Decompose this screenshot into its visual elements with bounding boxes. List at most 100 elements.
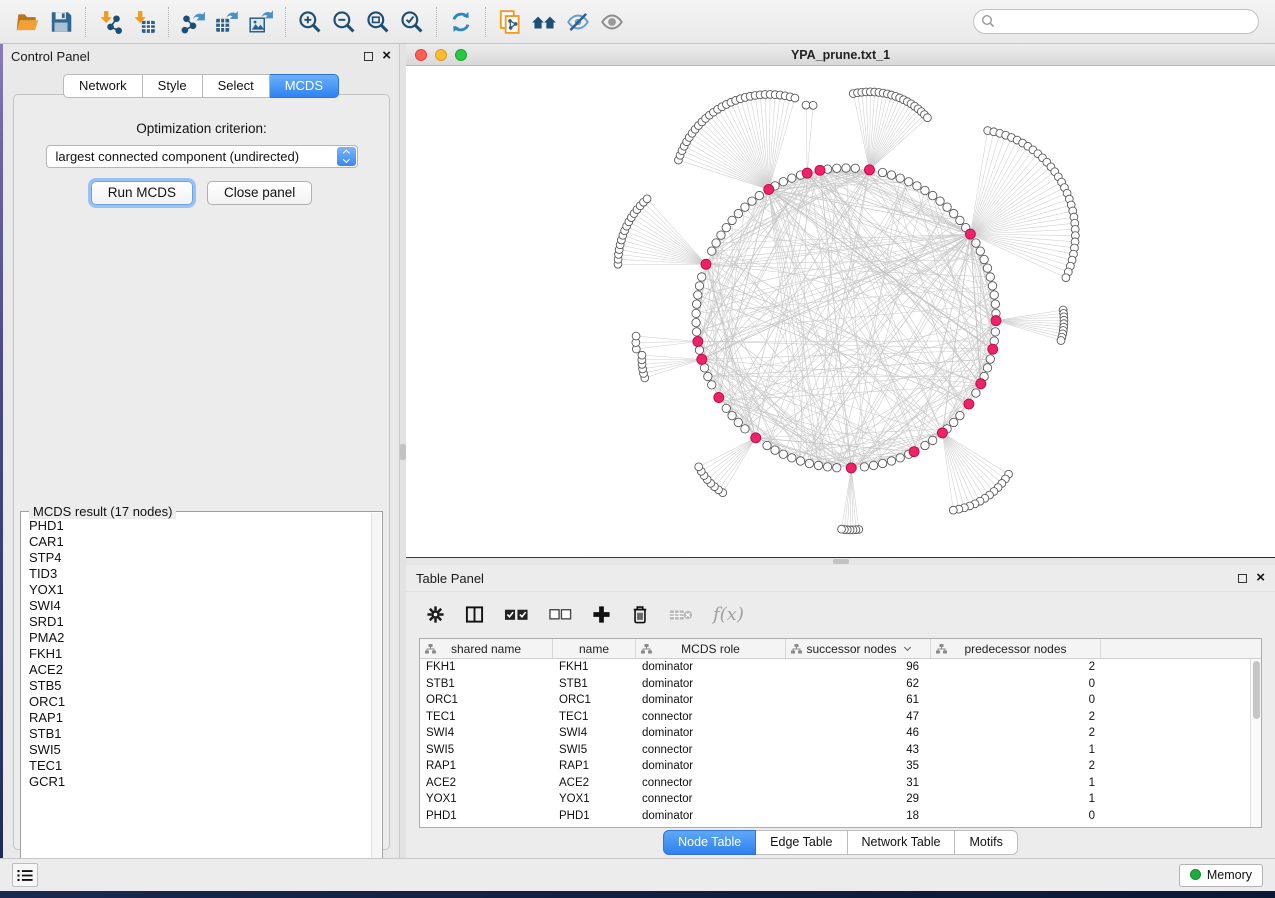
new-network-from-selection-button[interactable] <box>493 5 527 39</box>
zoom-in-icon <box>297 9 323 35</box>
tab-style[interactable]: Style <box>143 74 203 98</box>
cell-predecessor_nodes: 2 <box>931 711 1101 723</box>
tab-select[interactable]: Select <box>203 74 270 98</box>
cell-mcds_role: dominator <box>636 810 786 822</box>
mcds-result-item: RAP1 <box>29 710 370 726</box>
horizontal-splitter[interactable] <box>406 558 1275 565</box>
import-table-button[interactable] <box>127 5 161 39</box>
cell-mcds_role: connector <box>636 744 786 756</box>
splitter-grip[interactable] <box>833 559 849 564</box>
delete-column-button[interactable] <box>631 604 649 625</box>
cell-name: SWI5 <box>553 744 636 756</box>
cell-mcds_role: dominator <box>636 661 786 673</box>
table-toolbar: f(x) <box>406 591 1275 637</box>
toolbar-separator <box>285 7 286 37</box>
control-panel-title: Control Panel <box>11 49 90 64</box>
table-row[interactable]: ACE2ACE2connector311 <box>420 775 1250 792</box>
cell-mcds_role: connector <box>636 777 786 789</box>
cell-predecessor_nodes: 0 <box>931 694 1101 706</box>
table-row[interactable]: ORC1ORC1dominator610 <box>420 692 1250 709</box>
mcds-result-item: SRD1 <box>29 614 370 630</box>
column-header-shared_name[interactable]: shared name <box>420 639 553 658</box>
network-canvas[interactable] <box>406 66 1275 557</box>
scrollbar-thumb[interactable] <box>1253 661 1260 719</box>
mcds-result-scrollbar[interactable] <box>371 513 381 875</box>
cell-mcds_role: dominator <box>636 727 786 739</box>
control-panel: Control Panel × Network Style Select MCD… <box>3 44 400 858</box>
table-row[interactable]: PHD1PHD1dominator180 <box>420 808 1250 825</box>
table-row[interactable]: FKH1FKH1dominator962 <box>420 659 1250 676</box>
mcds-result-list[interactable]: PHD1CAR1STP4TID3YOX1SWI4SRD1PMA2FKH1ACE2… <box>29 518 370 874</box>
zoom-out-icon <box>331 9 357 35</box>
run-mcds-button[interactable]: Run MCDS <box>91 181 193 205</box>
tab-motifs[interactable]: Motifs <box>955 830 1017 855</box>
show-hidden-button[interactable] <box>595 5 629 39</box>
eye-slash-icon <box>565 9 591 35</box>
zoom-selected-button[interactable] <box>395 5 429 39</box>
nested-networks-button[interactable] <box>527 5 561 39</box>
export-network-icon <box>180 9 206 35</box>
column-header-predecessor_nodes[interactable]: predecessor nodes <box>931 639 1101 658</box>
mcds-result-item: CAR1 <box>29 534 370 550</box>
table-row[interactable]: RAP1RAP1dominator352 <box>420 758 1250 775</box>
node-table-body: FKH1FKH1dominator962STB1STB1dominator620… <box>420 659 1250 827</box>
clear-selection-button[interactable] <box>549 608 572 622</box>
search-input[interactable] <box>973 9 1259 34</box>
delete-table-icon <box>669 607 693 623</box>
table-settings-button[interactable] <box>426 605 445 624</box>
table-row[interactable]: TEC1TEC1connector472 <box>420 709 1250 726</box>
zoom-in-button[interactable] <box>293 5 327 39</box>
save-session-button[interactable] <box>44 5 78 39</box>
export-table-button[interactable] <box>210 5 244 39</box>
refresh-button[interactable] <box>444 5 478 39</box>
search-icon <box>981 14 995 28</box>
network-titlebar: YPA_prune.txt_1 <box>406 44 1275 66</box>
export-image-button[interactable] <box>244 5 278 39</box>
tab-node-table[interactable]: Node Table <box>663 830 756 855</box>
function-builder-button[interactable]: f(x) <box>713 604 744 625</box>
float-panel-icon[interactable] <box>1238 574 1247 583</box>
column-header-mcds_role[interactable]: MCDS role <box>636 639 786 658</box>
select-all-button[interactable] <box>504 607 529 623</box>
table-row[interactable]: SWI5SWI5connector431 <box>420 742 1250 759</box>
import-table-icon <box>131 9 157 35</box>
show-columns-button[interactable] <box>465 605 484 624</box>
table-row[interactable]: SWI4SWI4dominator462 <box>420 725 1250 742</box>
hide-selected-button[interactable] <box>561 5 595 39</box>
cell-predecessor_nodes: 2 <box>931 727 1101 739</box>
tab-network-table[interactable]: Network Table <box>848 830 956 855</box>
zoom-out-button[interactable] <box>327 5 361 39</box>
open-file-button[interactable] <box>10 5 44 39</box>
tab-network[interactable]: Network <box>63 74 143 98</box>
cell-successor_nodes: 35 <box>786 760 931 772</box>
plus-icon <box>592 605 611 624</box>
close-panel-icon[interactable]: × <box>1256 573 1265 583</box>
column-header-name[interactable]: name <box>553 639 636 658</box>
close-panel-button[interactable]: Close panel <box>207 181 312 205</box>
table-panel-titlebar: Table Panel × <box>406 565 1275 591</box>
attribute-type-icon <box>641 644 652 654</box>
delete-table-button[interactable] <box>669 607 693 623</box>
memory-button[interactable]: Memory <box>1179 864 1263 887</box>
zoom-fit-button[interactable] <box>361 5 395 39</box>
cytoscape-window: Control Panel × Network Style Select MCD… <box>0 0 1275 898</box>
import-network-button[interactable] <box>93 5 127 39</box>
mcds-result-item: ACE2 <box>29 662 370 678</box>
task-history-button[interactable] <box>12 863 38 887</box>
optimization-criterion-select[interactable]: largest connected component (undirected) <box>46 145 358 168</box>
float-panel-icon[interactable] <box>364 52 373 61</box>
column-header-successor_nodes[interactable]: successor nodes <box>786 639 931 658</box>
export-network-button[interactable] <box>176 5 210 39</box>
tab-mcds[interactable]: MCDS <box>270 74 339 98</box>
table-row[interactable]: YOX1YOX1connector291 <box>420 791 1250 808</box>
tab-edge-table[interactable]: Edge Table <box>756 830 847 855</box>
close-panel-icon[interactable]: × <box>382 51 391 61</box>
cell-name: RAP1 <box>553 760 636 772</box>
table-scrollbar[interactable] <box>1250 659 1261 827</box>
cell-shared_name: STB1 <box>420 678 553 690</box>
cell-predecessor_nodes: 2 <box>931 661 1101 673</box>
refresh-icon <box>448 9 474 35</box>
table-row[interactable]: STB1STB1dominator620 <box>420 676 1250 693</box>
create-column-button[interactable] <box>592 605 611 624</box>
network-title: YPA_prune.txt_1 <box>406 48 1275 62</box>
